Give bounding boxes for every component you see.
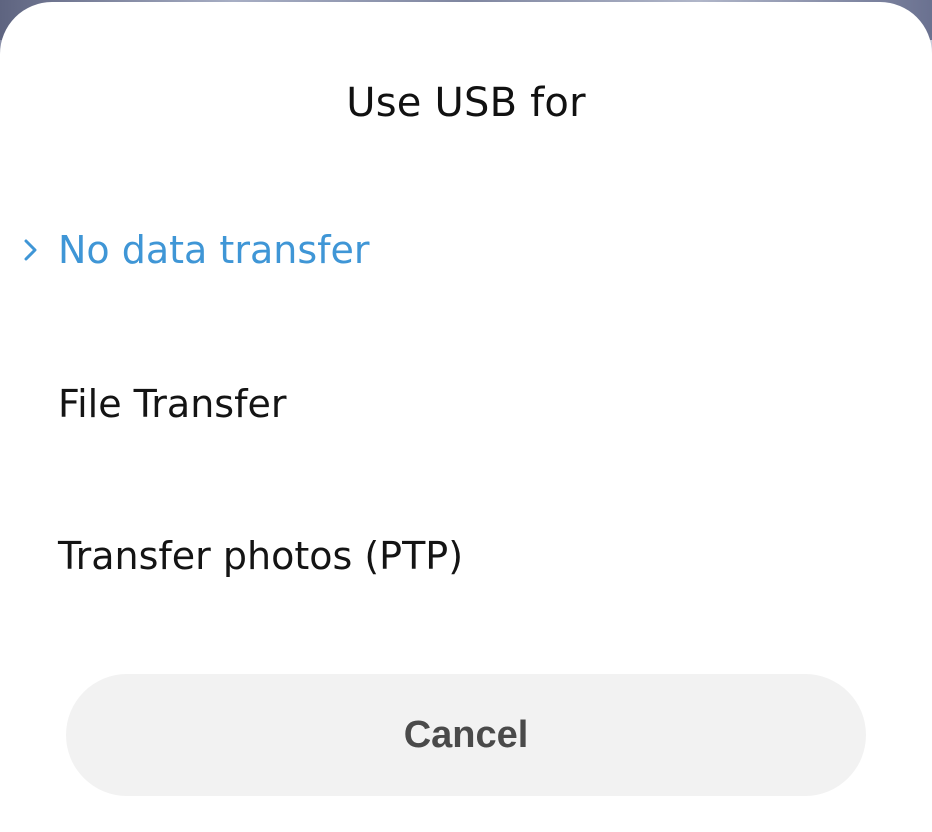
option-transfer-photos-ptp[interactable]: Transfer photos (PTP) (0, 501, 932, 611)
option-label: No data transfer (58, 228, 370, 272)
usb-mode-dialog: Use USB for No data transfer File Transf… (0, 2, 932, 832)
option-no-data-transfer[interactable]: No data transfer (0, 195, 932, 305)
option-label: File Transfer (58, 382, 287, 426)
dialog-title: Use USB for (346, 80, 586, 126)
option-file-transfer[interactable]: File Transfer (0, 349, 932, 459)
cancel-button-label: Cancel (403, 714, 529, 756)
chevron-right-icon (24, 239, 37, 261)
option-label: Transfer photos (PTP) (58, 534, 464, 578)
cancel-button[interactable]: Cancel (66, 674, 866, 796)
